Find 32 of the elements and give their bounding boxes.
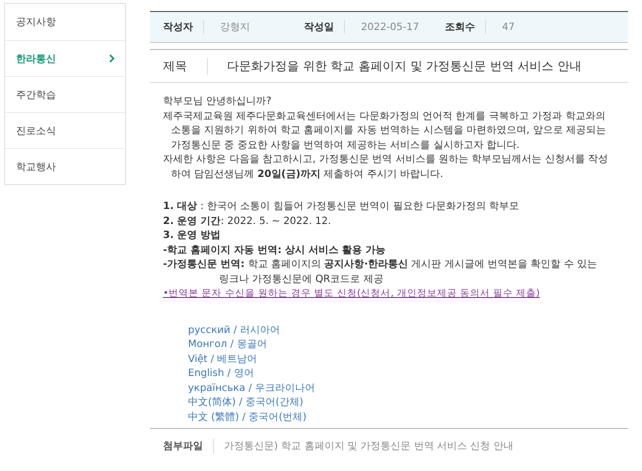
sidebar-item[interactable]: 학교행사 — [5, 148, 125, 184]
meta-label: 작성일 — [304, 20, 345, 34]
body-paragraph: 자세한 사항은 다음을 참고하시고, 가정통신문 번역 서비스를 원하는 학부모님께서는 신청서를 작성하여 담임선생님께 20일(금)까지 제출하여 주시기 바랍니다. — [163, 153, 608, 182]
attachment-label: 첨부파일 — [163, 439, 214, 453]
post-title: 다문화가정을 위한 학교 홈페이지 및 가정통신문 번역 서비스 안내 — [226, 58, 582, 74]
language-link[interactable]: Việt / 베트남어 — [188, 352, 258, 367]
subject-label: 제목 — [163, 58, 208, 74]
language-link[interactable]: 中文 (繁體) / 중국어(번체) — [188, 410, 307, 425]
detail-heading: -학교 홈페이지 자동 번역: 상시 서비스 활용 가능 — [163, 244, 387, 258]
language-link[interactable]: русский / 러시아어 — [188, 324, 280, 338]
body-paragraph: 학부모님 안녕하십니까? — [163, 95, 272, 109]
sidebar-item[interactable]: 주간학습 — [5, 76, 125, 112]
application-link[interactable]: •번역본 문자 수신을 원하는 경우 별도 신청(신청서, 개인정보제공 동의서 필수 제출) — [163, 287, 608, 302]
meta-label: 조회수 — [445, 20, 486, 34]
language-link[interactable]: English / 영어 — [188, 367, 254, 382]
detail-heading: 3. 운영 방법 — [163, 229, 222, 243]
meta-value: 강형지 — [219, 21, 251, 34]
sidebar-item[interactable]: 진로소식 — [5, 112, 125, 148]
sidebar-item[interactable]: 한라통신 — [5, 40, 125, 76]
sidebar-item[interactable]: 공지사항 — [5, 4, 125, 40]
detail-item: 2. 운영 기간: 2022. 5. ~ 2022. 12. — [163, 214, 332, 228]
meta-value: 47 — [501, 22, 516, 32]
detail-item: -가정통신문 번역: 학교 홈페이지의 공지사항·한라통신 게시판 게시글에 번역본을 확인할 수 있는 링크나 가정통신문에 QR코드로 제공 — [163, 258, 598, 286]
language-link[interactable]: Монгол / 몽골어 — [188, 338, 267, 352]
detail-item: 1. 대상 : 한국어 소통이 힘들어 가정통신문 번역이 필요한 다문화가정의 학부모 — [163, 200, 520, 214]
chevron-right-icon — [109, 54, 115, 63]
meta-label: 작성자 — [163, 20, 204, 34]
attachment-link[interactable]: 가정통신문) 학교 홈페이지 및 가정통신문 번역 서비스 신청 안내 — [214, 439, 514, 453]
meta-value: 2022-05-17 — [360, 22, 420, 32]
language-link[interactable]: українська / 우크라이나어 — [188, 382, 316, 396]
body-paragraph: 제주국제교육원 제주다문화교육센터에서는 다문화가정의 언어적 한계를 극복하고 가정과 학교와의 소통을 지원하기 위하여 학교 홈페이지를 자동 번역하는 시스템을 마련하였으며, 앞으로 제공되는 가정통신문 중 중요한 사항을 번역하여 제공하는 서비스를 실시하고자 합니다. — [163, 110, 607, 152]
language-link[interactable]: 中文(简体) / 중국어(간체) — [188, 396, 304, 410]
